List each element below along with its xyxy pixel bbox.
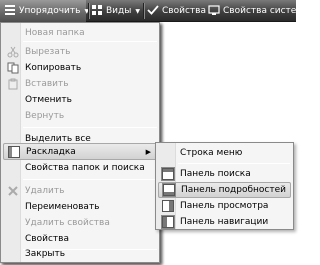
menu-item-delete[interactable]: Удалить [3, 182, 158, 199]
properties-button[interactable]: Свойства [147, 0, 206, 22]
submenu-item-details-pane[interactable]: Панель подробностей [158, 182, 291, 198]
layout-submenu: Строка меню Панель поиска Панель подробн… [155, 142, 294, 230]
submenu-item-menu-bar[interactable]: Строка меню [158, 145, 291, 161]
views-button[interactable]: Виды ▼ [91, 0, 141, 22]
submenu-item-label: Панель навигации [180, 217, 269, 227]
menu-separator [23, 179, 157, 180]
preview-pane-icon [161, 199, 175, 213]
search-pane-icon [161, 167, 175, 181]
menu-item-label: Копировать [25, 62, 82, 73]
menu-item-label: Свойства папок и поиска [25, 162, 145, 173]
menu-item-redo[interactable]: Вернуть [3, 107, 158, 124]
scissors-icon [6, 45, 20, 59]
views-label: Виды [106, 6, 132, 16]
submenu-item-label: Строка меню [180, 148, 243, 158]
menu-item-rename[interactable]: Переименовать [3, 198, 158, 215]
system-properties-button[interactable]: Свойства системы [208, 0, 310, 22]
menu-item-label: Вырезать [25, 46, 71, 57]
menu-item-paste[interactable]: Вставить [3, 75, 158, 92]
command-bar: Упорядочить ▼ Виды ▼ Свойства Свойства с… [0, 0, 310, 22]
menu-item-close[interactable]: Закрыть [3, 246, 158, 261]
menu-item-properties[interactable]: Свойства [3, 230, 158, 247]
menu-item-label: Новая папка [25, 27, 85, 38]
menu-item-label: Раскладка [26, 146, 76, 157]
submenu-item-navigation-pane[interactable]: Панель навигации [158, 214, 291, 230]
menu-item-label: Переименовать [25, 201, 100, 212]
menu-item-label: Свойства [25, 233, 69, 244]
menu-item-new-folder[interactable]: Новая папка [3, 24, 158, 41]
organize-label: Упорядочить [19, 6, 81, 16]
copy-icon [6, 61, 20, 75]
chevron-down-icon: ▼ [135, 7, 140, 15]
menu-item-label: Выделить все [25, 133, 91, 144]
checkmark-icon [147, 4, 159, 19]
system-properties-label: Свойства системы [223, 6, 311, 16]
toolbar-divider [143, 3, 144, 19]
paste-icon [6, 77, 20, 91]
submenu-item-label: Панель просмотра [180, 201, 269, 211]
menu-item-label: Вернуть [25, 110, 65, 121]
menu-item-layout[interactable]: Раскладка ▶ [3, 143, 158, 160]
submenu-separator [178, 163, 290, 164]
submenu-item-label: Панель поиска [180, 169, 251, 179]
organize-button[interactable]: Упорядочить ▼ [0, 0, 89, 22]
system-properties-icon [208, 4, 220, 19]
menu-item-cut[interactable]: Вырезать [3, 43, 158, 60]
properties-label: Свойства [162, 6, 206, 16]
menu-item-label: Отменить [25, 94, 72, 105]
menu-separator [23, 41, 157, 42]
menu-separator [23, 127, 157, 128]
menu-item-label: Закрыть [25, 248, 66, 259]
navigation-pane-icon [161, 215, 175, 229]
layout-icon [7, 145, 21, 159]
menu-item-label: Удалить [25, 185, 65, 196]
toolbar-divider [88, 3, 89, 19]
menu-item-label: Удалить свойства [25, 217, 110, 228]
menu-item-remove-properties[interactable]: Удалить свойства [3, 214, 158, 231]
submenu-item-search-pane[interactable]: Панель поиска [158, 166, 291, 182]
delete-x-icon [6, 184, 20, 198]
menu-item-folder-search-options[interactable]: Свойства папок и поиска [3, 159, 158, 176]
menu-item-label: Вставить [25, 78, 69, 89]
organize-icon [4, 4, 16, 19]
organize-menu-final: Новая папка Вырезать Копировать Вставить… [0, 22, 160, 263]
submenu-item-preview-pane[interactable]: Панель просмотра [158, 198, 291, 214]
menu-item-undo[interactable]: Отменить [3, 91, 158, 108]
submenu-item-label: Панель подробностей [181, 185, 286, 195]
menu-item-copy[interactable]: Копировать [3, 59, 158, 76]
chevron-right-icon: ▶ [145, 147, 151, 156]
views-icon [91, 4, 103, 19]
details-pane-icon [162, 183, 176, 197]
